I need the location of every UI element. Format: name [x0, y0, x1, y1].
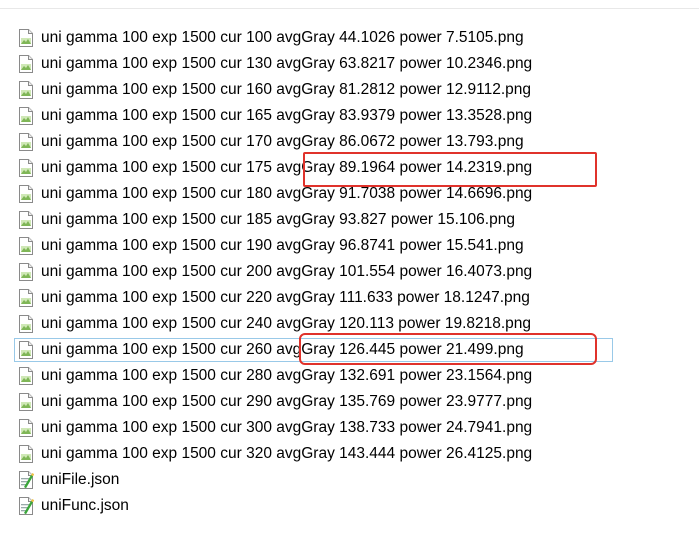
png-file-icon — [18, 107, 34, 125]
file-name: uni gamma 100 exp 1500 cur 100 avgGray 4… — [41, 29, 524, 46]
file-item-png[interactable]: uni gamma 100 exp 1500 cur 300 avgGray 1… — [18, 415, 688, 441]
png-file-icon — [18, 289, 34, 307]
png-file-icon — [18, 341, 34, 359]
file-name: uni gamma 100 exp 1500 cur 200 avgGray 1… — [41, 263, 533, 280]
file-name: uni gamma 100 exp 1500 cur 280 avgGray 1… — [41, 367, 533, 384]
png-file-icon — [18, 445, 34, 463]
png-file-icon — [18, 393, 34, 411]
file-list: uni gamma 100 exp 1500 cur 100 avgGray 4… — [14, 25, 688, 519]
file-item-json[interactable]: uniFile.json — [18, 467, 688, 493]
file-name: uni gamma 100 exp 1500 cur 290 avgGray 1… — [41, 393, 533, 410]
file-name: uni gamma 100 exp 1500 cur 260 avgGray 1… — [41, 341, 524, 358]
file-name: uni gamma 100 exp 1500 cur 320 avgGray 1… — [41, 445, 533, 462]
file-item-png[interactable]: uni gamma 100 exp 1500 cur 130 avgGray 6… — [18, 51, 688, 77]
file-item-png[interactable]: uni gamma 100 exp 1500 cur 200 avgGray 1… — [18, 259, 688, 285]
file-item-png[interactable]: uni gamma 100 exp 1500 cur 220 avgGray 1… — [18, 285, 688, 311]
file-item-png[interactable]: uni gamma 100 exp 1500 cur 175 avgGray 8… — [18, 155, 688, 181]
file-name: uni gamma 100 exp 1500 cur 175 avgGray 8… — [41, 159, 533, 176]
file-name: uni gamma 100 exp 1500 cur 170 avgGray 8… — [41, 133, 524, 150]
header-divider — [0, 8, 699, 9]
file-name: uni gamma 100 exp 1500 cur 190 avgGray 9… — [41, 237, 524, 254]
png-file-icon — [18, 419, 34, 437]
file-item-png[interactable]: uni gamma 100 exp 1500 cur 100 avgGray 4… — [18, 25, 688, 51]
file-item-png[interactable]: uni gamma 100 exp 1500 cur 190 avgGray 9… — [18, 233, 688, 259]
file-item-png-focused[interactable]: uni gamma 100 exp 1500 cur 260 avgGray 1… — [14, 337, 688, 363]
png-file-icon — [18, 81, 34, 99]
file-item-png[interactable]: uni gamma 100 exp 1500 cur 185 avgGray 9… — [18, 207, 688, 233]
file-item-png[interactable]: uni gamma 100 exp 1500 cur 280 avgGray 1… — [18, 363, 688, 389]
file-item-png[interactable]: uni gamma 100 exp 1500 cur 160 avgGray 8… — [18, 77, 688, 103]
png-file-icon — [18, 55, 34, 73]
file-name: uni gamma 100 exp 1500 cur 130 avgGray 6… — [41, 55, 533, 72]
png-file-icon — [18, 237, 34, 255]
file-name: uni gamma 100 exp 1500 cur 165 avgGray 8… — [41, 107, 533, 124]
file-name: uni gamma 100 exp 1500 cur 185 avgGray 9… — [41, 211, 515, 228]
png-file-icon — [18, 211, 34, 229]
png-file-icon — [18, 29, 34, 47]
file-name: uni gamma 100 exp 1500 cur 240 avgGray 1… — [41, 315, 532, 332]
png-file-icon — [18, 315, 34, 333]
file-name: uniFunc.json — [41, 497, 129, 514]
png-file-icon — [18, 133, 34, 151]
file-name: uni gamma 100 exp 1500 cur 300 avgGray 1… — [41, 419, 533, 436]
file-item-png[interactable]: uni gamma 100 exp 1500 cur 320 avgGray 1… — [18, 441, 688, 467]
png-file-icon — [18, 185, 34, 203]
file-name: uni gamma 100 exp 1500 cur 160 avgGray 8… — [41, 81, 532, 98]
file-item-json[interactable]: uniFunc.json — [18, 493, 688, 519]
file-item-png[interactable]: uni gamma 100 exp 1500 cur 165 avgGray 8… — [18, 103, 688, 129]
png-file-icon — [18, 367, 34, 385]
png-file-icon — [18, 159, 34, 177]
file-item-png[interactable]: uni gamma 100 exp 1500 cur 170 avgGray 8… — [18, 129, 688, 155]
file-item-png[interactable]: uni gamma 100 exp 1500 cur 180 avgGray 9… — [18, 181, 688, 207]
json-file-icon — [18, 471, 34, 489]
file-name: uniFile.json — [41, 471, 120, 488]
file-item-png[interactable]: uni gamma 100 exp 1500 cur 290 avgGray 1… — [18, 389, 688, 415]
json-file-icon — [18, 497, 34, 515]
file-name: uni gamma 100 exp 1500 cur 220 avgGray 1… — [41, 289, 530, 306]
file-name: uni gamma 100 exp 1500 cur 180 avgGray 9… — [41, 185, 533, 202]
png-file-icon — [18, 263, 34, 281]
file-item-png[interactable]: uni gamma 100 exp 1500 cur 240 avgGray 1… — [18, 311, 688, 337]
